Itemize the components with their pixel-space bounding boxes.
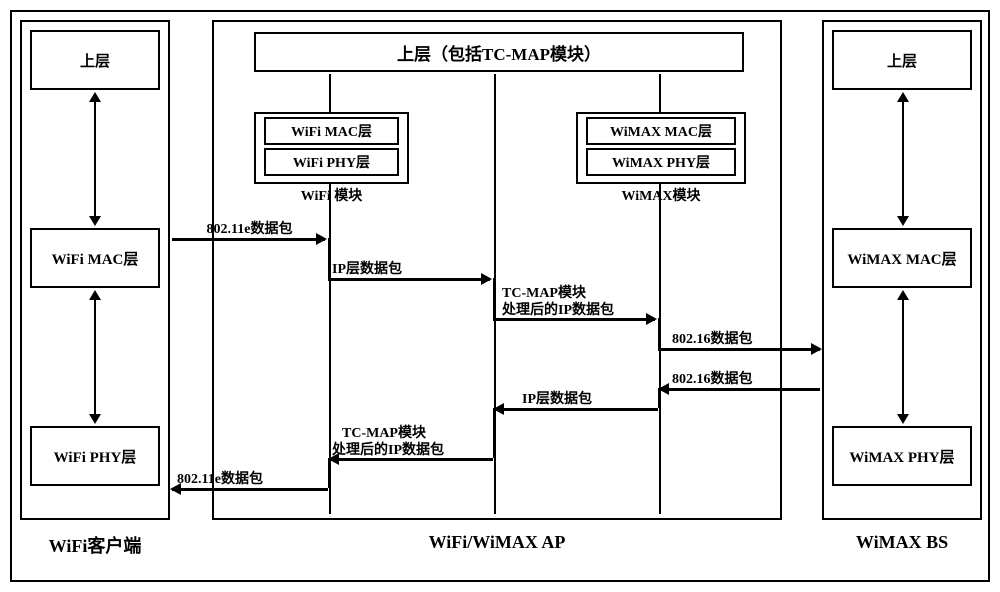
ap-upper: 上层（包括TC-MAP模块）: [254, 32, 744, 72]
label-80211e-fwd: 802.11e数据包: [172, 218, 327, 238]
wimax-module-mac: WiMAX MAC层: [586, 117, 736, 145]
ap-column: 上层（包括TC-MAP模块） WiFi MAC层 WiFi PHY层 WiFi …: [212, 20, 782, 520]
wifi-module-phy: WiFi PHY层: [264, 148, 399, 176]
arrow-80216-fwd: [658, 348, 820, 351]
arrow-80211e-ret: [172, 488, 328, 491]
label-80216-fwd: 802.16数据包: [672, 328, 753, 348]
wifi-client-caption: WiFi客户端: [20, 532, 170, 558]
step-down-3: [658, 318, 660, 348]
network-diagram: 上层 WiFi MAC层 WiFi PHY层 WiFi客户端 上层（包括TC-M…: [10, 10, 990, 582]
wifi-client-upper: 上层: [30, 30, 160, 90]
label-ip-ret: IP层数据包: [522, 388, 592, 408]
label-80216-ret: 802.16数据包: [672, 368, 753, 388]
ap-caption: WiFi/WiMAX AP: [212, 532, 782, 553]
arrow-80211e-fwd: [172, 238, 325, 241]
wifi-module: WiFi MAC层 WiFi PHY层: [254, 112, 409, 184]
wimax-module-phy: WiMAX PHY层: [586, 148, 736, 176]
step-down-r1: [658, 388, 660, 408]
wimax-bs-phy: WiMAX PHY层: [832, 426, 972, 486]
step-down-r2: [493, 408, 495, 458]
wimax-module-caption: WiMAX模块: [576, 185, 746, 205]
label-80211e-ret: 802.11e数据包: [177, 468, 263, 488]
wifi-module-caption: WiFi 模块: [254, 185, 409, 205]
step-down-r3: [328, 458, 330, 488]
arrow-left-mac-phy: [94, 292, 96, 422]
arrow-ip-fwd: [328, 278, 490, 281]
arrow-80216-ret: [660, 388, 820, 391]
step-down-1: [328, 238, 330, 278]
arrow-ip-ret: [495, 408, 658, 411]
wifi-module-mac: WiFi MAC层: [264, 117, 399, 145]
arrow-left-up-mac: [94, 94, 96, 224]
label-ip-fwd: IP层数据包: [332, 258, 402, 278]
arrow-right-up-mac: [902, 94, 904, 224]
step-down-2: [493, 278, 495, 318]
wimax-bs-mac: WiMAX MAC层: [832, 228, 972, 288]
wifi-client-column: 上层 WiFi MAC层 WiFi PHY层: [20, 20, 170, 520]
label-tcmap-ret-b: 处理后的IP数据包: [332, 439, 444, 459]
wimax-bs-upper: 上层: [832, 30, 972, 90]
wimax-bs-column: 上层 WiMAX MAC层 WiMAX PHY层: [822, 20, 982, 520]
wifi-client-phy: WiFi PHY层: [30, 426, 160, 486]
wifi-client-mac: WiFi MAC层: [30, 228, 160, 288]
label-tcmap-fwd-b: 处理后的IP数据包: [502, 299, 614, 319]
wimax-module: WiMAX MAC层 WiMAX PHY层: [576, 112, 746, 184]
wimax-bs-caption: WiMAX BS: [822, 532, 982, 553]
arrow-right-mac-phy: [902, 292, 904, 422]
